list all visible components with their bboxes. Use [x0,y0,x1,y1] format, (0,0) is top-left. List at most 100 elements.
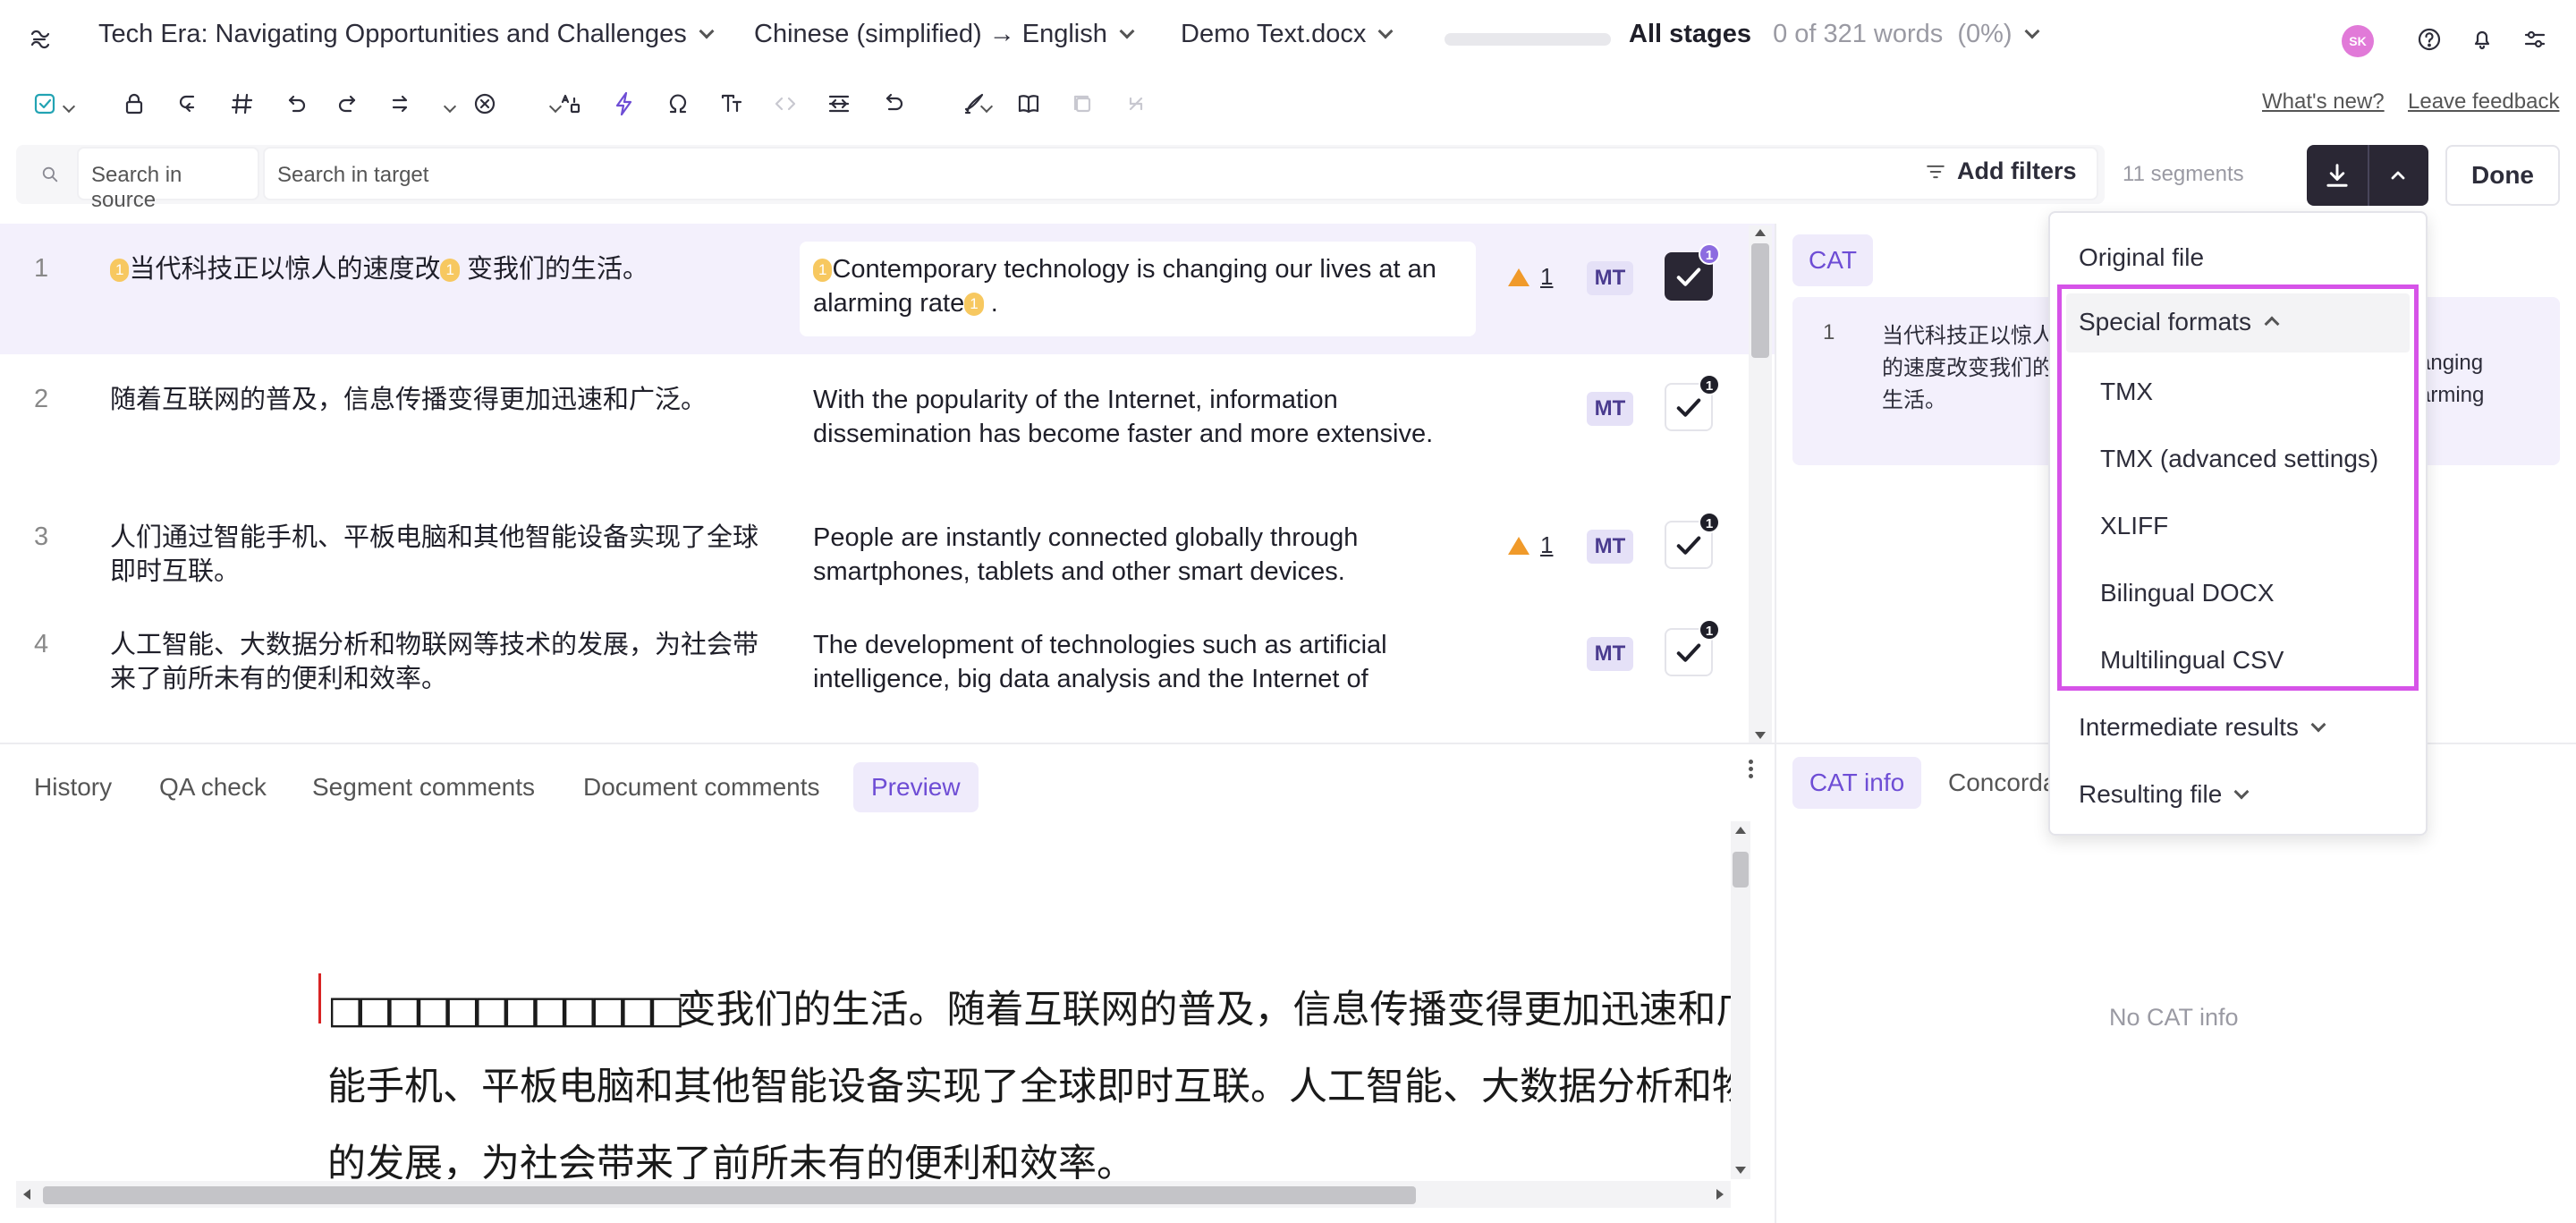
settings-sliders-icon[interactable] [2517,21,2553,57]
menu-item-intermediate-results[interactable]: Intermediate results [2079,713,2326,742]
segment-target[interactable]: With the popularity of the Internet, inf… [813,383,1457,451]
revert-icon[interactable] [875,86,911,122]
help-icon[interactable] [2411,21,2447,57]
project-title-dropdown[interactable]: Tech Era: Navigating Opportunities and C… [98,20,715,49]
add-filters-button[interactable]: Add filters [1923,157,2077,185]
segment-target[interactable]: People are instantly connected globally … [813,521,1457,589]
more-options-icon[interactable] [1744,757,1757,789]
confirm-button[interactable]: 1 [1665,512,1720,569]
language-pair-dropdown[interactable]: Chinese (simplified) → English [754,20,1135,49]
chevron-down-icon [1119,23,1135,39]
whats-new-link[interactable]: What's new? [2262,89,2385,115]
preview-line: 的发展，为社会带来了前所未有的便利和效率。 [327,1142,1135,1179]
preview-line: □□□□□□□□□□□□变我们的生活。随着互联网的普及，信息传播变得更加迅速和广… [327,979,1747,1034]
split-icon[interactable] [1118,86,1154,122]
table-row[interactable]: 1 1 当代科技正以惊人的速度改 1 变我们的生活。 1 Contemporary t… [0,224,1775,354]
mt-badge: MT [1587,392,1633,426]
preview-missing-glyphs: □□□□□□□□□□□□ [327,988,685,1032]
hash-icon[interactable] [224,86,259,122]
stage-dropdown[interactable]: All stages 0 of 321 words (0%) [1629,20,2040,49]
qa-warning[interactable]: 1 [1508,531,1553,559]
menu-item-multilingual-csv[interactable]: Multilingual CSV [2100,646,2284,675]
segment-target[interactable]: 1 Contemporary technology is changing our… [813,252,1457,320]
menu-item-resulting-file[interactable]: Resulting file [2079,780,2250,809]
tag-marker[interactable]: 1 [110,259,130,282]
grid-scroll-up-arrow[interactable] [1755,229,1766,236]
qa-warning[interactable]: 1 [1508,263,1553,291]
text-format-icon[interactable] [714,86,750,122]
join-icon[interactable] [821,86,857,122]
menu-item-tmx[interactable]: TMX [2100,378,2153,406]
table-row[interactable]: 2 随着互联网的普及，信息传播变得更加迅速和广泛。 With the popul… [0,354,1775,501]
grid-scroll-down-arrow[interactable] [1755,732,1766,739]
confirm-button[interactable]: 1 [1665,243,1720,301]
file-dropdown[interactable]: Demo Text.docx [1181,20,1394,49]
search-target-input[interactable]: Search in target [263,147,2098,200]
tag-marker[interactable]: 1 [964,293,984,316]
download-button[interactable] [2307,145,2428,206]
tab-qa-check[interactable]: QA check [141,762,284,812]
menu-item-tmx-advanced[interactable]: TMX (advanced settings) [2100,445,2378,473]
lightning-icon[interactable] [606,86,642,122]
chevron-up-icon[interactable] [2384,161,2412,190]
done-button[interactable]: Done [2445,145,2560,206]
table-row[interactable]: 4 人工智能、大数据分析和物联网等技术的发展，为社会带来了前所未有的便利和效率。… [0,619,1775,743]
book-icon[interactable] [1011,86,1046,122]
preview-vscroll-thumb[interactable] [1733,852,1749,888]
app-logo-icon[interactable] [21,21,57,57]
preview-scroll-left-arrow[interactable] [23,1189,30,1200]
menu-item-xliff[interactable]: XLIFF [2100,512,2168,540]
check-icon [1676,536,1701,555]
grid-scrollbar-thumb[interactable] [1751,243,1769,358]
filter-icon [1927,165,1945,178]
check-icon [1676,398,1701,417]
menu-item-bilingual-docx[interactable]: Bilingual DOCX [2100,579,2275,607]
tag-marker[interactable]: 1 [440,259,460,282]
segment-target[interactable]: The development of technologies such as … [813,628,1457,696]
copy-source-icon[interactable] [170,86,206,122]
menu-item-original-file[interactable]: Original file [2079,243,2204,272]
lock-icon[interactable] [116,86,152,122]
omega-icon[interactable] [660,86,696,122]
search-source-input[interactable]: Search in source [77,147,259,212]
segment-number: 3 [34,522,49,551]
segment-source[interactable]: 人们通过智能手机、平板电脑和其他智能设备实现了全球即时互联。 [110,521,763,589]
tab-preview[interactable]: Preview [853,762,979,812]
table-row[interactable]: 3 人们通过智能手机、平板电脑和其他智能设备实现了全球即时互联。 People … [0,501,1775,628]
segment-source[interactable]: 人工智能、大数据分析和物联网等技术的发展，为社会带来了前所未有的便利和效率。 [110,628,763,696]
insert-icon[interactable] [385,86,420,122]
preview-horizontal-scrollbar[interactable] [16,1181,1731,1208]
clear-icon[interactable] [467,86,503,122]
preview-hscroll-thumb[interactable] [43,1186,1416,1204]
tab-history[interactable]: History [16,762,130,812]
paint-icon[interactable] [957,86,993,122]
preview-scroll-up-arrow[interactable] [1735,827,1746,834]
tab-segment-comments[interactable]: Segment comments [294,762,553,812]
panel-divider[interactable] [1775,224,1776,1223]
segment-source[interactable]: 随着互联网的普及，信息传播变得更加迅速和广泛。 [110,383,763,417]
case-icon[interactable] [553,86,589,122]
tab-document-comments[interactable]: Document comments [565,762,838,812]
warning-icon [1508,268,1530,286]
avatar[interactable]: SK [2342,25,2374,57]
chevron-down-icon[interactable] [443,99,457,114]
bell-icon[interactable] [2464,21,2500,57]
segment-source[interactable]: 1 当代科技正以惊人的速度改 1 变我们的生活。 [110,252,763,286]
confirm-icon[interactable] [27,86,63,122]
grid-scrollbar[interactable] [1749,225,1772,743]
leave-feedback-link[interactable]: Leave feedback [2408,89,2559,115]
menu-item-special-formats[interactable]: Special formats [2066,293,2410,352]
copy-icon[interactable] [1064,86,1100,122]
preview-scroll-down-arrow[interactable] [1735,1167,1746,1174]
tab-cat-info[interactable]: CAT info [1792,757,1921,809]
preview-vertical-scrollbar[interactable] [1731,821,1750,1179]
code-icon[interactable] [767,86,803,122]
tab-cat[interactable]: CAT [1792,234,1873,286]
chevron-down-icon[interactable] [62,99,76,114]
tag-marker[interactable]: 1 [813,259,833,282]
preview-scroll-right-arrow[interactable] [1716,1189,1724,1200]
redo-icon[interactable] [331,86,367,122]
confirm-button[interactable]: 1 [1665,374,1720,431]
undo-icon[interactable] [277,86,313,122]
confirm-button[interactable]: 1 [1665,619,1720,676]
